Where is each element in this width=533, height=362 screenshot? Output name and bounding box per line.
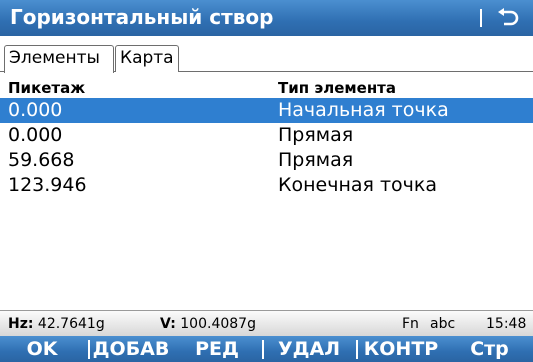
station-cell: 0.000	[8, 99, 63, 121]
add-button[interactable]: ДОБАВ	[90, 336, 172, 362]
check-button[interactable]: КОНТР	[358, 336, 444, 362]
ok-button[interactable]: OK	[0, 336, 84, 362]
back-arrow-icon	[498, 8, 519, 26]
window-title: Горизонтальный створ	[10, 5, 274, 29]
station-cell: 0.000	[8, 124, 63, 146]
v-label: V:	[160, 316, 176, 332]
tab-map[interactable]: Карта	[115, 45, 179, 72]
fn-indicator: Fn	[402, 316, 419, 332]
v-value: 100.4087g	[180, 316, 256, 332]
v-readout: V: 100.4087g	[160, 316, 256, 332]
column-header-element-type[interactable]: Тип элемента	[278, 79, 396, 97]
element-type-cell: Начальная точка	[278, 99, 449, 121]
title-bar: Горизонтальный створ	[0, 0, 533, 36]
clock: 15:48	[486, 316, 527, 332]
hz-readout: Hz: 42.7641g	[8, 316, 105, 332]
element-type-cell: Прямая	[278, 124, 354, 146]
table-row[interactable]: 123.946 Конечная точка	[0, 173, 533, 198]
page-button[interactable]: Стр	[446, 336, 533, 362]
title-separator	[480, 9, 482, 27]
edit-button[interactable]: РЕД	[174, 336, 260, 362]
status-bar: Hz: 42.7641g V: 100.4087g Fn abc 15:48	[0, 310, 533, 337]
input-mode-indicator: abc	[430, 316, 456, 332]
back-button[interactable]	[488, 3, 528, 33]
column-header-station[interactable]: Пикетаж	[8, 79, 85, 97]
hz-label: Hz:	[8, 316, 34, 332]
table-row[interactable]: 0.000 Прямая	[0, 123, 533, 148]
softkey-bar: OK ДОБАВ РЕД УДАЛ КОНТР Стр	[0, 336, 533, 362]
delete-button[interactable]: УДАЛ	[264, 336, 354, 362]
station-cell: 123.946	[8, 174, 87, 196]
element-type-cell: Прямая	[278, 149, 354, 171]
table-row[interactable]: 0.000 Начальная точка	[0, 98, 533, 123]
tab-elements[interactable]: Элементы	[4, 45, 114, 73]
table-row[interactable]: 59.668 Прямая	[0, 148, 533, 173]
element-type-cell: Конечная точка	[278, 174, 438, 196]
station-cell: 59.668	[8, 149, 75, 171]
hz-value: 42.7641g	[37, 316, 105, 332]
